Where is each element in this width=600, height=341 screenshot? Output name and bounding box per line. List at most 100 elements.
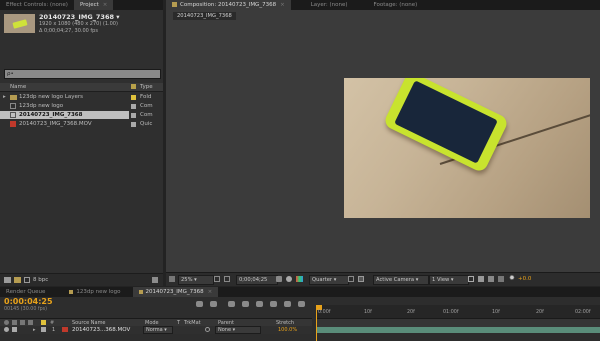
eye-icon[interactable] xyxy=(4,327,9,332)
layer-name[interactable]: 20140723...368.MOV xyxy=(72,326,130,334)
time-ruler[interactable]: 0:00f 10f 20f 01:00f 10f 20f 02:00f xyxy=(316,305,600,318)
live-update-icon[interactable] xyxy=(196,301,203,307)
zoom-dropdown[interactable]: 25% ▾ xyxy=(178,275,214,285)
brainstorm-icon[interactable] xyxy=(270,301,277,307)
draft-3d-icon[interactable] xyxy=(210,301,217,307)
graph-editor-icon[interactable] xyxy=(284,301,291,307)
layer-row[interactable]: ▸ 1 20140723...368.MOV Norma ▾ None ▾ 10… xyxy=(0,326,312,334)
audio-icon[interactable] xyxy=(12,320,17,325)
transparency-grid-icon[interactable] xyxy=(358,276,364,282)
tab-render-queue[interactable]: Render Queue xyxy=(0,287,51,297)
search-input[interactable]: ρ• xyxy=(4,69,161,79)
close-icon[interactable]: × xyxy=(208,289,213,295)
always-preview-icon[interactable] xyxy=(169,276,175,282)
close-icon[interactable]: × xyxy=(280,2,285,8)
bit-depth[interactable]: 8 bpc xyxy=(33,276,48,284)
composition-panel: 20140723_IMG_7368 25% ▾ 0;00;04;25 Quart… xyxy=(166,10,600,286)
twirl-arrow-icon[interactable]: ▸ xyxy=(33,326,36,334)
current-time-display[interactable]: 0;00;04;25 xyxy=(236,275,278,285)
layer-mode: Norma xyxy=(146,327,163,333)
ruler-tick: 01:00f xyxy=(443,310,459,315)
timeline-current-time[interactable]: 0:00:04:25 xyxy=(4,297,53,306)
view-layout-dropdown[interactable]: 1 View ▾ xyxy=(429,275,469,285)
parent-dropdown[interactable]: None ▾ xyxy=(215,326,261,334)
flowchart-icon[interactable] xyxy=(498,276,504,282)
resolution-value: Quarter xyxy=(312,277,333,283)
tab-comp-logo[interactable]: 123dp new logo xyxy=(63,287,126,297)
tab-composition[interactable]: Composition: 20140723_IMG_7368 × xyxy=(166,0,291,10)
lock-icon[interactable] xyxy=(28,320,33,325)
tab-layer[interactable]: Layer: (none) xyxy=(305,0,354,10)
project-item-name: 123dp new logo xyxy=(19,103,64,109)
work-area-bar[interactable] xyxy=(316,318,600,327)
channel-icon[interactable] xyxy=(296,276,303,282)
hide-shy-layers-icon[interactable] xyxy=(228,301,235,307)
breadcrumb[interactable]: 20140723_IMG_7368 xyxy=(173,12,236,20)
preview-name[interactable]: 20140723_IMG_7368 ▾ xyxy=(39,13,120,21)
tab-comp-img-label: 20140723_IMG_7368 xyxy=(145,289,204,295)
motion-blur-icon[interactable] xyxy=(256,301,263,307)
current-time-indicator[interactable] xyxy=(316,305,317,341)
project-item-type: Quic xyxy=(140,121,153,127)
composition-viewer[interactable] xyxy=(344,78,590,218)
lock-icon[interactable] xyxy=(172,2,177,7)
label-swatch[interactable] xyxy=(41,327,46,332)
exposure-icon[interactable]: ✹ xyxy=(509,274,515,282)
project-panel: 20140723_IMG_7368 ▾ 1920 x 1080 (480 x 2… xyxy=(0,10,163,286)
pick-whip-icon[interactable] xyxy=(205,327,210,332)
tab-footage[interactable]: Footage: (none) xyxy=(368,0,424,10)
region-of-interest-icon[interactable] xyxy=(348,276,354,282)
safe-zones-icon[interactable] xyxy=(214,276,220,282)
ruler-tick: 20f xyxy=(407,310,415,315)
project-item[interactable]: 123dp new logo Com xyxy=(0,102,163,110)
frame-blending-icon[interactable] xyxy=(242,301,249,307)
column-type[interactable]: Type xyxy=(140,83,153,91)
preview-duration: Δ 0;00;04;27, 30.00 fps xyxy=(39,28,98,34)
fast-preview-icon[interactable] xyxy=(478,276,484,282)
blend-mode-dropdown[interactable]: Norma ▾ xyxy=(143,326,173,334)
timeline-icon[interactable] xyxy=(488,276,494,282)
layer-duration-bar[interactable] xyxy=(316,327,600,333)
new-folder-icon[interactable] xyxy=(14,277,21,283)
label-swatch[interactable] xyxy=(131,122,136,127)
toggle-pixel-aspect-icon[interactable] xyxy=(468,276,474,282)
layer-stretch[interactable]: 100.0% xyxy=(278,326,297,334)
camera-dropdown[interactable]: Active Camera ▾ xyxy=(373,275,429,285)
trash-icon[interactable] xyxy=(152,277,158,283)
tab-project[interactable]: Project × xyxy=(73,0,114,10)
timeline-options-icon[interactable] xyxy=(298,301,305,307)
snapshot-icon[interactable] xyxy=(276,276,282,282)
exposure-value[interactable]: +0.0 xyxy=(518,275,531,284)
solo-icon[interactable] xyxy=(20,320,25,325)
tab-comp-img[interactable]: 20140723_IMG_7368 × xyxy=(132,287,219,297)
label-column-icon[interactable] xyxy=(131,84,136,89)
project-item-selected[interactable]: 20140723_IMG_7368 xyxy=(0,111,129,119)
tab-effect-controls[interactable]: Effect Controls: (none) xyxy=(0,0,74,10)
expand-arrow-icon[interactable]: ▸ xyxy=(3,93,6,101)
close-icon[interactable]: × xyxy=(103,2,108,8)
project-item[interactable]: 20140723_IMG_7368.MOV Quic xyxy=(0,120,163,128)
label-swatch[interactable] xyxy=(131,113,136,118)
movie-file-icon xyxy=(10,121,16,127)
eye-icon[interactable] xyxy=(4,320,9,325)
audio-icon[interactable] xyxy=(12,327,17,332)
project-footer: 8 bpc xyxy=(0,273,163,286)
grid-icon[interactable] xyxy=(224,276,230,282)
project-item-name: 20140723_IMG_7368.MOV xyxy=(19,121,92,127)
column-name[interactable]: Name xyxy=(10,83,26,91)
preview-thumbnail xyxy=(4,14,35,33)
interpret-footage-icon[interactable] xyxy=(4,277,11,283)
label-swatch[interactable] xyxy=(131,95,136,100)
timeline-panel: 0:00:04:25 00145 (30.00 fps) # Source Na… xyxy=(0,297,600,341)
label-column-icon[interactable] xyxy=(41,320,46,325)
zoom-value: 25% xyxy=(181,277,193,283)
project-item[interactable]: ▸ 123dp new logo Layers Fold xyxy=(0,93,163,101)
new-composition-icon[interactable] xyxy=(24,277,30,283)
project-item-name: 20140723_IMG_7368 xyxy=(19,112,83,118)
comp-tab-icon xyxy=(69,289,74,294)
resolution-dropdown[interactable]: Quarter ▾ xyxy=(309,275,349,285)
movie-file-icon xyxy=(62,327,68,332)
phone-screen xyxy=(394,80,498,164)
show-snapshot-icon[interactable] xyxy=(286,276,292,282)
label-swatch[interactable] xyxy=(131,104,136,109)
